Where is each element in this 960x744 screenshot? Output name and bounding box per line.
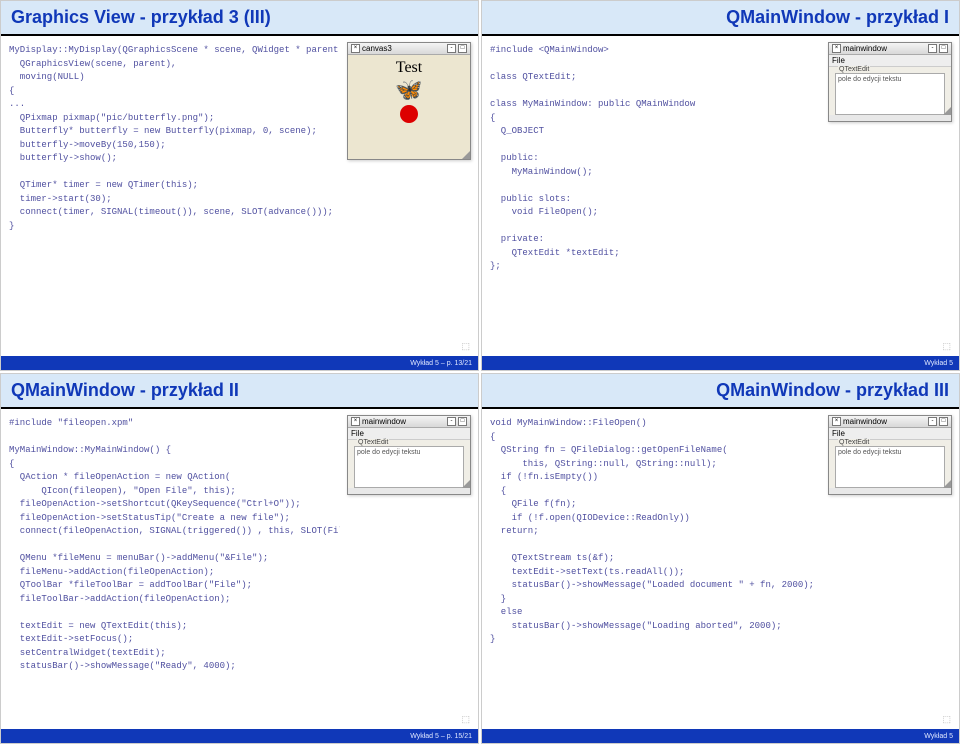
edit-hint: pole do edycji tekstu (836, 74, 944, 85)
resize-handle-icon[interactable] (462, 480, 470, 488)
edit-hint: pole do edycji tekstu (355, 447, 463, 458)
window-title: mainwindow (843, 44, 887, 53)
slide-qmainwindow-2: QMainWindow - przykład II #include "file… (0, 373, 479, 744)
logo-icon: ⬚ (461, 714, 470, 725)
canvas-area: Test 🦋 (348, 55, 470, 159)
window-titlebar: × mainwindow - □ (348, 416, 470, 428)
page-number: Wykład 5 (924, 733, 953, 740)
slide-title: QMainWindow - przykład III (482, 374, 959, 409)
logo-icon: ⬚ (942, 341, 951, 352)
edit-hint: pole do edycji tekstu (836, 447, 944, 458)
maximize-icon[interactable]: □ (939, 417, 948, 426)
slide-footer: Wykład 5 (482, 356, 959, 370)
minimize-icon[interactable]: - (447, 44, 456, 53)
edit-label: QTextEdit (838, 66, 870, 73)
maximize-icon[interactable]: □ (458, 44, 467, 53)
resize-handle-icon[interactable] (943, 107, 951, 115)
edit-label: QTextEdit (838, 439, 870, 446)
maximize-icon[interactable]: □ (939, 44, 948, 53)
text-edit[interactable]: QTextEdit pole do edycji tekstu (835, 446, 945, 488)
window-title: mainwindow (843, 417, 887, 426)
minimize-icon[interactable]: - (928, 417, 937, 426)
logo-icon: ⬚ (461, 341, 470, 352)
close-icon[interactable]: × (832, 44, 841, 53)
code-block: void MyMainWindow::FileOpen() { QString … (482, 409, 821, 743)
resize-handle-icon[interactable] (462, 151, 470, 159)
edit-label: QTextEdit (357, 439, 389, 446)
close-icon[interactable]: × (351, 417, 360, 426)
close-icon[interactable]: × (832, 417, 841, 426)
page-number: Wykład 5 – p. 15/21 (410, 733, 472, 740)
text-edit[interactable]: QTextEdit pole do edycji tekstu (835, 73, 945, 115)
slide-footer: Wykład 5 – p. 15/21 (1, 729, 478, 743)
maximize-icon[interactable]: □ (458, 417, 467, 426)
window-titlebar: × mainwindow - □ (829, 43, 951, 55)
window-titlebar: × canvas3 - □ (348, 43, 470, 55)
window-mainwindow: × mainwindow - □ File QTextEdit pole do … (347, 415, 471, 495)
code-block: MyDisplay::MyDisplay(QGraphicsScene * sc… (1, 36, 340, 370)
window-canvas3: × canvas3 - □ Test 🦋 (347, 42, 471, 160)
minimize-icon[interactable]: - (447, 417, 456, 426)
code-block: #include "fileopen.xpm" MyMainWindow::My… (1, 409, 340, 743)
slide-title: QMainWindow - przykład I (482, 1, 959, 36)
text-edit[interactable]: QTextEdit pole do edycji tekstu (354, 446, 464, 488)
page-number: Wykład 5 – p. 13/21 (410, 360, 472, 367)
red-circle-icon (400, 105, 418, 123)
resize-handle-icon[interactable] (943, 480, 951, 488)
butterfly-icon: 🦋 (395, 77, 422, 103)
code-block: #include <QMainWindow> class QTextEdit; … (482, 36, 821, 370)
slide-title: Graphics View - przykład 3 (III) (1, 1, 478, 36)
slide-qmainwindow-3: QMainWindow - przykład III void MyMainWi… (481, 373, 960, 744)
logo-icon: ⬚ (942, 714, 951, 725)
canvas-text: Test (396, 59, 422, 77)
window-title: canvas3 (362, 44, 392, 53)
slide-footer: Wykład 5 – p. 13/21 (1, 356, 478, 370)
window-mainwindow: × mainwindow - □ File QTextEdit pole do … (828, 42, 952, 122)
minimize-icon[interactable]: - (928, 44, 937, 53)
slide-title: QMainWindow - przykład II (1, 374, 478, 409)
slide-graphics-view-3: Graphics View - przykład 3 (III) MyDispl… (0, 0, 479, 371)
close-icon[interactable]: × (351, 44, 360, 53)
slide-qmainwindow-1: QMainWindow - przykład I #include <QMain… (481, 0, 960, 371)
slide-footer: Wykład 5 (482, 729, 959, 743)
window-mainwindow: × mainwindow - □ File QTextEdit pole do … (828, 415, 952, 495)
window-title: mainwindow (362, 417, 406, 426)
window-titlebar: × mainwindow - □ (829, 416, 951, 428)
page-number: Wykład 5 (924, 360, 953, 367)
